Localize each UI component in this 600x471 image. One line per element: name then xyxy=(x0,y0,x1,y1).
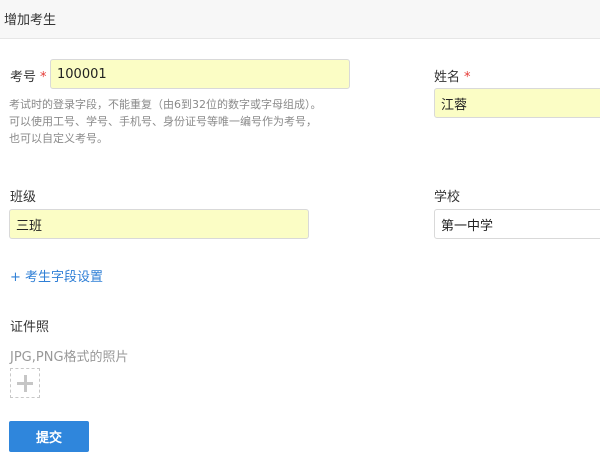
photo-label: 证件照 xyxy=(10,320,50,335)
exam-no-help: 考试时的登录字段，不能重复（由6到32位的数字或字母组成）。 可以使用工号、学号… xyxy=(9,96,359,147)
help-line: 可以使用工号、学号、手机号、身份证号等唯一编号作为考号， xyxy=(9,115,317,128)
exam-no-input[interactable] xyxy=(50,59,350,89)
class-input[interactable] xyxy=(9,209,309,239)
page-title: 增加考生 xyxy=(4,13,57,28)
help-line: 也可以自定义考号。 xyxy=(9,132,108,145)
submit-button[interactable]: 提交 xyxy=(9,421,89,452)
exam-no-label: 考号 * xyxy=(10,66,47,85)
help-line: 考试时的登录字段，不能重复（由6到32位的数字或字母组成）。 xyxy=(9,98,322,111)
name-label-text: 姓名 xyxy=(434,70,461,85)
field-settings-link[interactable]: + 考生字段设置 xyxy=(10,266,103,285)
page-header: 增加考生 xyxy=(0,0,600,39)
exam-no-label-text: 考号 xyxy=(10,70,37,85)
school-label: 学校 xyxy=(434,190,461,205)
class-label: 班级 xyxy=(10,190,37,205)
photo-hint: JPG,PNG格式的照片 xyxy=(10,350,129,365)
plus-icon xyxy=(23,375,27,392)
required-mark: * xyxy=(464,70,471,85)
name-input[interactable] xyxy=(434,88,600,118)
photo-upload-button[interactable] xyxy=(10,368,40,398)
name-label: 姓名 * xyxy=(434,66,471,85)
school-input[interactable] xyxy=(434,209,600,239)
required-mark: * xyxy=(40,70,47,85)
